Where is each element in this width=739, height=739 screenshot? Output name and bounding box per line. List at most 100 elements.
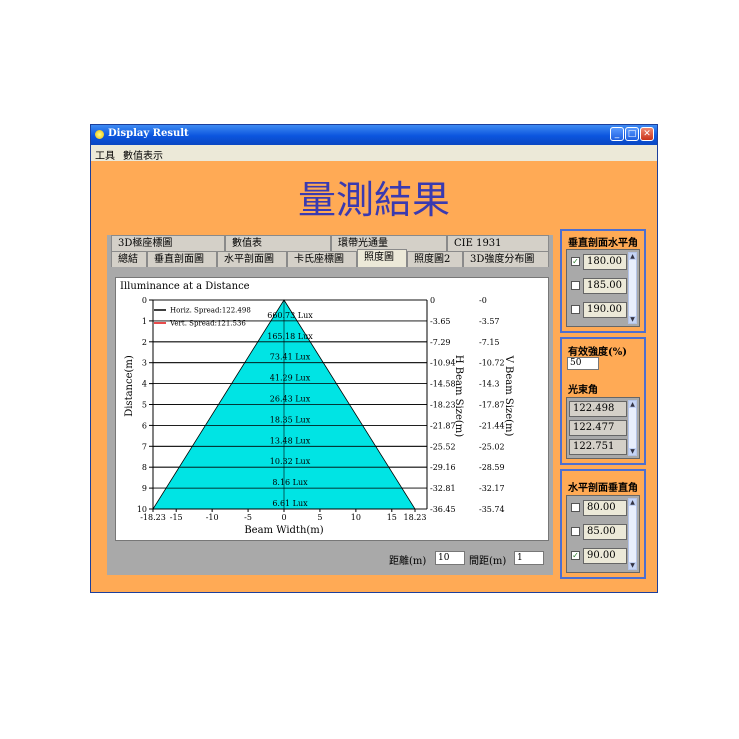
tab-cie-1931[interactable]: CIE 1931 xyxy=(447,235,549,251)
maximize-button[interactable]: □ xyxy=(625,127,639,141)
beam-angle-scrollbar[interactable]: ▲ ▼ xyxy=(628,400,637,456)
v-beam-tick: -17.87 xyxy=(479,401,505,410)
y-tick-label: 1 xyxy=(142,317,147,326)
checkbox-85[interactable] xyxy=(571,527,580,536)
list-item[interactable]: 185.00 xyxy=(569,278,627,294)
v-beam-tick: -10.72 xyxy=(479,359,505,368)
beam-angle-value: 122.477 xyxy=(569,420,627,436)
checkbox-185[interactable] xyxy=(571,281,580,290)
effective-intensity-input[interactable]: 50 xyxy=(567,357,599,370)
scroll-up-icon[interactable]: ▲ xyxy=(629,499,636,506)
menu-bar: 工具 數值表示 xyxy=(91,145,657,162)
vertical-profile-title: 垂直剖面水平角 xyxy=(568,238,638,249)
v-beam-tick: -3.57 xyxy=(479,317,500,326)
close-button[interactable]: ✕ xyxy=(640,127,654,141)
checkbox-80[interactable] xyxy=(571,503,580,512)
scroll-down-icon[interactable]: ▼ xyxy=(629,448,636,455)
list-item[interactable]: ✓ 180.00 xyxy=(569,254,627,270)
tab-value-table[interactable]: 數值表 xyxy=(225,235,331,251)
h-beam-tick: 0 xyxy=(430,296,435,305)
x-tick-label: -15 xyxy=(170,513,183,522)
beam-angle-box: 有效強度(%) 50 光束角 122.498 122.477 122.751 ▲… xyxy=(560,337,646,465)
checkbox-190[interactable] xyxy=(571,305,580,314)
interval-label: 間距(m) xyxy=(469,556,507,567)
v-beam-tick: -28.59 xyxy=(479,463,505,472)
y-axis-label: Distance(m) xyxy=(124,355,135,417)
tab-3d-polar[interactable]: 3D極座標圖 xyxy=(111,235,225,251)
horizontal-profile-scrollbar[interactable]: ▲ ▼ xyxy=(628,498,637,570)
list-item[interactable]: ✓ 90.00 xyxy=(569,548,627,564)
page-title: 量測結果 xyxy=(297,178,450,222)
tab-panel: 3D極座標圖 數值表 環帶光通量 CIE 1931 總結 垂直剖面圖 水平剖面圖… xyxy=(107,235,553,575)
tab-illuminance[interactable]: 照度圖 xyxy=(357,249,407,267)
tab-3d-intensity[interactable]: 3D強度分布圖 xyxy=(463,251,549,267)
distance-label: 距離(m) xyxy=(389,556,427,567)
horizontal-profile-list[interactable]: 80.00 85.00 ✓ 90.00 ▲ ▼ xyxy=(566,495,640,573)
x-tick-label: 0 xyxy=(281,513,286,522)
legend: Horiz. Spread:122.498 Vert. Spread:121.5… xyxy=(154,307,251,328)
tab-vertical-profile[interactable]: 垂直剖面圖 xyxy=(147,251,217,267)
lux-label: 660.73 Lux xyxy=(267,311,313,320)
list-item[interactable]: 190.00 xyxy=(569,302,627,318)
menu-tools[interactable]: 工具 xyxy=(95,147,115,162)
chart-frame: Illuminance at a Distance 660.73 Lux 165.… xyxy=(115,277,549,541)
tab-horizontal-profile[interactable]: 水平剖面圖 xyxy=(217,251,287,267)
v-beam-tick: -25.02 xyxy=(479,442,505,451)
vertical-angle-value: 190.00 xyxy=(583,302,627,318)
h-beam-tick: -14.58 xyxy=(430,380,456,389)
beam-angle-list[interactable]: 122.498 122.477 122.751 ▲ ▼ xyxy=(566,397,640,459)
horizontal-angle-value: 80.00 xyxy=(583,500,627,516)
lux-label: 26.43 Lux xyxy=(270,395,311,404)
v-beam-label: V Beam Size(m) xyxy=(503,355,514,437)
title-bar[interactable]: Display Result _ □ ✕ xyxy=(91,125,657,145)
horizontal-angle-value: 85.00 xyxy=(583,524,627,540)
y-tick-label: 2 xyxy=(142,338,147,347)
scroll-down-icon[interactable]: ▼ xyxy=(629,316,636,323)
list-item[interactable]: 85.00 xyxy=(569,524,627,540)
h-beam-label: H Beam Size(m) xyxy=(453,355,464,437)
x-tick-label: 18.23 xyxy=(404,513,427,522)
list-item[interactable]: 80.00 xyxy=(569,500,627,516)
checkbox-90[interactable]: ✓ xyxy=(571,551,580,560)
vertical-profile-list[interactable]: ✓ 180.00 185.00 190.00 ▲ ▼ xyxy=(566,249,640,327)
vertical-angle-value: 185.00 xyxy=(583,278,627,294)
h-beam-tick: -10.94 xyxy=(430,359,456,368)
legend-horiz-text: Horiz. Spread:122.498 xyxy=(170,307,251,315)
illuminance-chart: 660.73 Lux165.18 Lux73.41 Lux41.29 Lux26… xyxy=(124,296,514,536)
v-beam-tick: -35.74 xyxy=(479,505,505,514)
h-beam-tick: -18.23 xyxy=(430,401,456,410)
h-beam-tick: -36.45 xyxy=(430,505,456,514)
legend-vert-text: Vert. Spread:121.536 xyxy=(169,320,246,328)
minimize-button[interactable]: _ xyxy=(610,127,624,141)
checkbox-180[interactable]: ✓ xyxy=(571,257,580,266)
y-tick-label: 6 xyxy=(142,421,147,430)
x-tick-label: -10 xyxy=(206,513,219,522)
tab-illuminance-2[interactable]: 照度圖2 xyxy=(407,251,463,267)
y-tick-label: 4 xyxy=(142,380,147,389)
lux-label: 13.48 Lux xyxy=(270,436,311,445)
effective-intensity-label: 有效強度(%) xyxy=(568,347,627,358)
y-tick-label: 9 xyxy=(142,484,147,493)
v-beam-tick: -21.44 xyxy=(479,421,505,430)
vertical-profile-scrollbar[interactable]: ▲ ▼ xyxy=(628,252,637,324)
h-beam-tick: -32.81 xyxy=(430,484,456,493)
h-beam-tick: -25.52 xyxy=(430,442,456,451)
distance-input[interactable]: 10 xyxy=(435,551,465,565)
scroll-up-icon[interactable]: ▲ xyxy=(629,253,636,260)
scroll-down-icon[interactable]: ▼ xyxy=(629,562,636,569)
tab-summary[interactable]: 總結 xyxy=(111,251,147,267)
y-tick-label: 7 xyxy=(142,442,147,451)
beam-angle-value: 122.498 xyxy=(569,401,627,417)
h-beam-tick: -3.65 xyxy=(430,317,451,326)
chart-title: Illuminance at a Distance xyxy=(120,281,250,292)
x-tick-label: 10 xyxy=(351,513,361,522)
interval-input[interactable]: 1 xyxy=(514,551,544,565)
lux-label: 41.29 Lux xyxy=(270,374,311,383)
x-tick-label: -18.23 xyxy=(140,513,166,522)
menu-value-display[interactable]: 數值表示 xyxy=(123,147,163,162)
tab-cartesian[interactable]: 卡氏座標圖 xyxy=(287,251,357,267)
v-beam-tick: -14.3 xyxy=(479,380,500,389)
scroll-up-icon[interactable]: ▲ xyxy=(629,401,636,408)
lux-label: 6.61 Lux xyxy=(272,499,308,508)
v-beam-tick: -7.15 xyxy=(479,338,500,347)
